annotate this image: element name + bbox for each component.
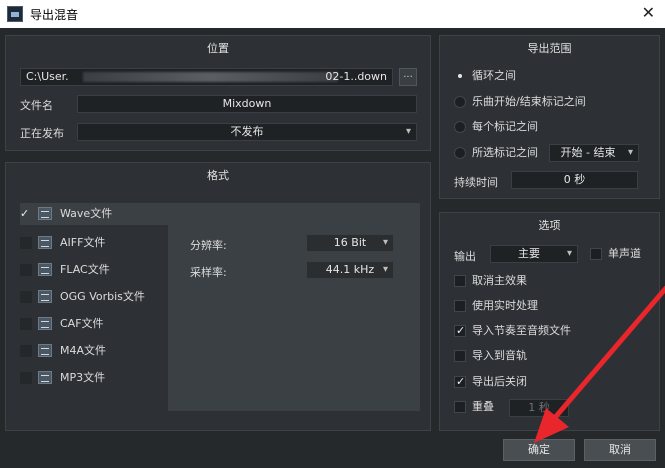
- location-panel-header: 位置: [207, 42, 229, 55]
- ok-button[interactable]: 确定: [503, 439, 575, 461]
- format-checkbox[interactable]: [20, 237, 32, 249]
- wave-file-icon: [38, 207, 52, 220]
- option-label: 导出后关闭: [472, 375, 527, 388]
- location-panel: 位置 C:\User. 02-1..down ... 文件名 Mixdown 正…: [5, 35, 431, 151]
- option-import-to-track[interactable]: 导入到音轨: [454, 347, 654, 365]
- path-redacted: [83, 72, 338, 82]
- overlap-field[interactable]: 1 秒: [509, 399, 569, 417]
- range-option-label: 所选标记之间: [472, 146, 538, 159]
- checkbox[interactable]: [454, 275, 466, 287]
- browse-button[interactable]: ...: [399, 68, 417, 86]
- option-label: 取消主效果: [472, 274, 527, 287]
- format-checkbox[interactable]: [20, 264, 32, 276]
- option-realtime-processing[interactable]: 使用实时处理: [454, 297, 654, 315]
- format-label: FLAC文件: [60, 263, 110, 276]
- resolution-label: 分辨率:: [190, 239, 227, 252]
- format-checkbox[interactable]: [20, 318, 32, 330]
- duration-field[interactable]: 0 秒: [511, 171, 638, 189]
- check-icon: ✓: [20, 207, 30, 220]
- mono-option[interactable]: 单声道: [590, 245, 658, 263]
- samplerate-label: 采样率:: [190, 266, 227, 279]
- option-label: 使用实时处理: [472, 299, 538, 312]
- options-panel-header: 选项: [538, 219, 561, 232]
- format-item-caf[interactable]: CAF文件: [20, 313, 168, 335]
- radio-button[interactable]: [454, 147, 466, 159]
- export-range-panel: 导出范围 循环之间 乐曲开始/结束标记之间 每个标记之间 所选标记之间 开始 -…: [439, 35, 660, 199]
- format-item-m4a[interactable]: M4A文件: [20, 340, 168, 362]
- title-bar: 导出混音 ✕: [0, 0, 665, 28]
- format-panel: 格式 ✓ Wave文件 AIFF文件 FLAC文件 OGG Vorbis文件 C…: [5, 162, 431, 431]
- path-suffix: 02-1..down: [325, 70, 387, 83]
- range-option-label: 循环之间: [472, 69, 516, 82]
- format-item-mp3[interactable]: MP3文件: [20, 367, 168, 389]
- wave-file-icon: [38, 317, 52, 330]
- format-checkbox[interactable]: [20, 345, 32, 357]
- format-checkbox[interactable]: [20, 372, 32, 384]
- marker-range-dropdown[interactable]: 开始 - 结束: [549, 144, 639, 162]
- checkbox[interactable]: [454, 300, 466, 312]
- wave-file-icon: [38, 236, 52, 249]
- options-panel: 选项 输出 主要 单声道 取消主效果 使用实时处理 导入节奏至音频文件 导入到音…: [439, 212, 660, 431]
- option-label: 导入到音轨: [472, 349, 527, 362]
- radio-selected[interactable]: [454, 70, 466, 82]
- format-item-wave[interactable]: ✓ Wave文件: [20, 203, 420, 225]
- range-option-each-marker[interactable]: 每个标记之间: [454, 118, 654, 136]
- option-label: 导入节奏至音频文件: [472, 324, 571, 337]
- checkbox[interactable]: [590, 248, 602, 260]
- filename-label: 文件名: [20, 99, 53, 112]
- wave-file-icon: [38, 263, 52, 276]
- resolution-dropdown[interactable]: 16 Bit: [306, 234, 394, 252]
- path-prefix: C:\User.: [26, 70, 69, 83]
- filename-input[interactable]: Mixdown: [77, 95, 417, 113]
- radio-button[interactable]: [454, 96, 466, 108]
- output-label: 输出: [454, 250, 476, 263]
- close-icon[interactable]: ✕: [642, 3, 655, 22]
- format-checkbox[interactable]: [20, 291, 32, 303]
- wave-file-icon: [38, 290, 52, 303]
- mono-label: 单声道: [608, 247, 641, 260]
- wave-file-icon: [38, 371, 52, 384]
- format-label: MP3文件: [60, 371, 106, 384]
- checkbox-checked[interactable]: [454, 322, 466, 340]
- range-option-label: 乐曲开始/结束标记之间: [472, 95, 586, 108]
- samplerate-dropdown[interactable]: 44.1 kHz: [306, 261, 394, 279]
- range-option-selected-markers[interactable]: 所选标记之间: [454, 144, 564, 162]
- checkbox[interactable]: [454, 350, 466, 362]
- format-label: OGG Vorbis文件: [60, 290, 145, 303]
- format-item-ogg[interactable]: OGG Vorbis文件: [20, 286, 168, 308]
- format-label: M4A文件: [60, 344, 107, 357]
- option-bypass-master-fx[interactable]: 取消主效果: [454, 272, 654, 290]
- duration-label: 持续时间: [454, 176, 498, 189]
- option-import-tempo[interactable]: 导入节奏至音频文件: [454, 322, 654, 340]
- export-range-header: 导出范围: [527, 42, 572, 55]
- path-field[interactable]: C:\User. 02-1..down: [20, 68, 393, 86]
- publishing-label: 正在发布: [20, 127, 64, 140]
- wave-file-icon: [38, 344, 52, 357]
- output-dropdown[interactable]: 主要: [490, 245, 578, 263]
- range-option-label: 每个标记之间: [472, 120, 538, 133]
- format-item-aiff[interactable]: AIFF文件: [20, 232, 168, 254]
- format-label: Wave文件: [60, 207, 113, 220]
- window-title: 导出混音: [30, 8, 79, 22]
- checkbox-checked[interactable]: [454, 373, 466, 391]
- range-option-loop[interactable]: 循环之间: [454, 67, 654, 85]
- format-label: AIFF文件: [60, 236, 106, 249]
- format-label: CAF文件: [60, 317, 104, 330]
- radio-button[interactable]: [454, 121, 466, 133]
- option-close-after-export[interactable]: 导出后关闭: [454, 373, 654, 391]
- format-item-flac[interactable]: FLAC文件: [20, 259, 168, 281]
- format-panel-header: 格式: [207, 169, 229, 182]
- cancel-button[interactable]: 取消: [584, 439, 656, 461]
- option-overlap[interactable]: 重叠: [454, 398, 504, 416]
- publishing-dropdown[interactable]: 不发布: [77, 123, 417, 141]
- format-settings-area: 分辨率: 16 Bit 采样率: 44.1 kHz: [168, 225, 420, 411]
- range-option-song[interactable]: 乐曲开始/结束标记之间: [454, 93, 654, 111]
- app-icon: [7, 6, 23, 22]
- option-label: 重叠: [472, 400, 494, 413]
- checkbox[interactable]: [454, 401, 466, 413]
